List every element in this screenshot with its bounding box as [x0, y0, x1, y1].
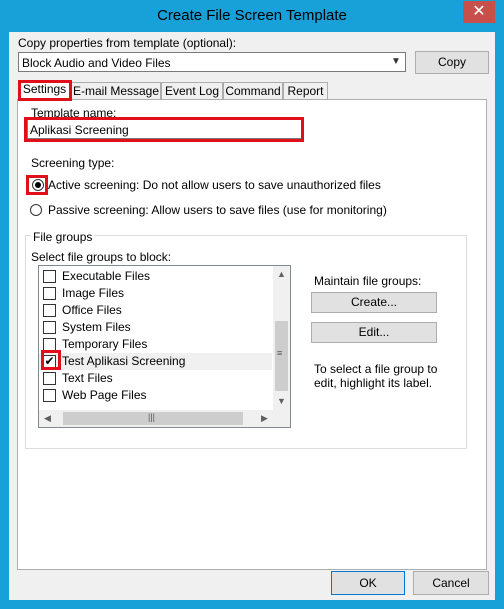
passive-screening-label[interactable]: Passive screening: Allow users to save f… [48, 203, 387, 217]
vertical-scrollbar[interactable]: ▲ ≡ ▼ [273, 266, 290, 410]
list-item-label[interactable]: Image Files [62, 286, 124, 300]
tab-email-message[interactable]: E-mail Message [71, 82, 161, 100]
active-radio-highlight [26, 175, 48, 195]
create-button[interactable]: Create... [311, 292, 437, 313]
template-combo[interactable]: Block Audio and Video Files ▼ [18, 52, 406, 72]
scroll-down-icon[interactable]: ▼ [273, 393, 290, 410]
file-groups-label: File groups [31, 230, 95, 244]
list-item[interactable]: Text Files [39, 370, 272, 387]
scroll-right-icon[interactable]: ▶ [256, 410, 273, 427]
list-item-label[interactable]: Web Page Files [62, 388, 147, 402]
scroll-left-icon[interactable]: ◀ [39, 410, 56, 427]
dialog-window: Create File Screen Template ✕ Copy prope… [0, 0, 504, 609]
list-item-label[interactable]: Test Aplikasi Screening [62, 354, 185, 368]
passive-screening-radio[interactable] [30, 204, 42, 216]
checkbox[interactable] [43, 304, 56, 317]
close-icon: ✕ [472, 3, 486, 20]
list-item-label[interactable]: Text Files [62, 371, 113, 385]
horizontal-scrollbar[interactable]: ◀ ||| ▶ [39, 410, 273, 427]
chevron-down-icon[interactable]: ▼ [389, 54, 403, 70]
grip-icon: ≡ [277, 348, 283, 358]
list-item-label[interactable]: Office Files [62, 303, 122, 317]
file-groups-list[interactable]: Executable Files Image Files Office File… [38, 265, 291, 428]
dialog-client: Copy properties from template (optional)… [9, 32, 495, 600]
title-bar[interactable]: Create File Screen Template ✕ [1, 1, 503, 33]
list-item[interactable]: Web Page Files [39, 387, 272, 404]
edit-button[interactable]: Edit... [311, 322, 437, 343]
list-item-label[interactable]: Executable Files [62, 269, 150, 283]
template-name-highlight [24, 117, 304, 142]
settings-tab-highlight [18, 80, 72, 101]
checkbox[interactable] [43, 270, 56, 283]
list-item[interactable]: Image Files [39, 285, 272, 302]
copy-button[interactable]: Copy [415, 51, 489, 74]
scroll-up-icon[interactable]: ▲ [273, 266, 290, 283]
tab-event-log[interactable]: Event Log [161, 82, 223, 100]
list-item-selected[interactable]: ✔ Test Aplikasi Screening [39, 353, 272, 370]
scroll-corner [273, 410, 290, 427]
screening-type-label: Screening type: [31, 156, 115, 170]
tab-report[interactable]: Report [283, 82, 328, 100]
ok-button[interactable]: OK [331, 571, 405, 595]
cancel-button[interactable]: Cancel [413, 571, 489, 595]
checkbox-highlight [41, 350, 61, 370]
checkbox[interactable] [43, 321, 56, 334]
list-item[interactable]: Executable Files [39, 268, 272, 285]
checkbox[interactable] [43, 287, 56, 300]
select-file-groups-label: Select file groups to block: [31, 250, 172, 264]
maintain-file-groups-label: Maintain file groups: [314, 274, 422, 288]
template-combo-value: Block Audio and Video Files [22, 56, 171, 70]
checkbox[interactable] [43, 389, 56, 402]
list-item[interactable]: System Files [39, 319, 272, 336]
list-item-label[interactable]: Temporary Files [62, 337, 147, 351]
active-screening-label[interactable]: Active screening: Do not allow users to … [48, 178, 381, 192]
list-item[interactable]: Office Files [39, 302, 272, 319]
checkbox[interactable] [43, 372, 56, 385]
window-title: Create File Screen Template [157, 7, 347, 24]
close-button[interactable]: ✕ [463, 1, 495, 23]
tab-command[interactable]: Command [223, 82, 283, 100]
copy-props-label: Copy properties from template (optional)… [18, 36, 237, 50]
list-item-label[interactable]: System Files [62, 320, 131, 334]
file-group-hint: To select a file group to edit, highligh… [314, 362, 438, 390]
list-item[interactable]: Temporary Files [39, 336, 272, 353]
grip-icon: ||| [148, 412, 156, 422]
